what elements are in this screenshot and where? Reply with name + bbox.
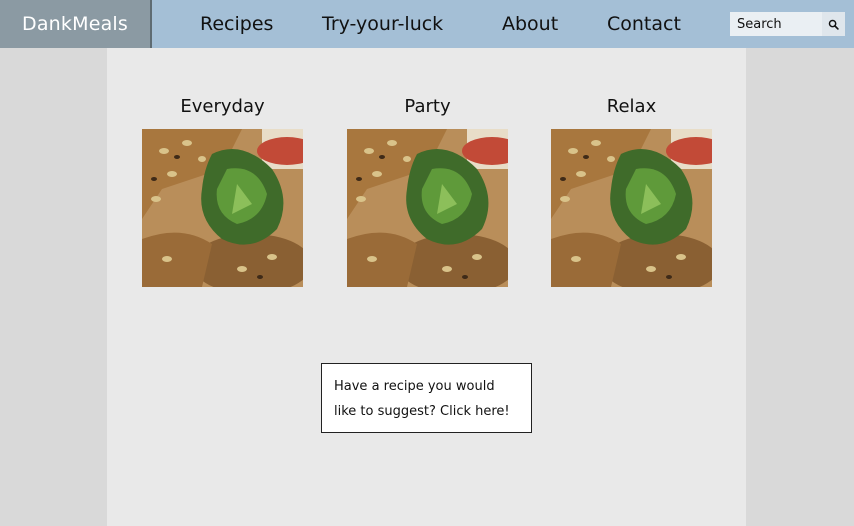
- sandwich-photo[interactable]: [347, 129, 508, 287]
- nav-about[interactable]: About: [502, 0, 558, 48]
- brand-logo[interactable]: DankMeals: [0, 0, 152, 48]
- category-card-relax: Relax: [551, 93, 712, 287]
- search-input[interactable]: [730, 12, 822, 36]
- search-box: [730, 12, 845, 36]
- category-title[interactable]: Everyday: [142, 93, 303, 121]
- nav-contact[interactable]: Contact: [607, 0, 681, 48]
- top-navigation-bar: DankMeals Recipes Try-your-luck About Co…: [0, 0, 854, 48]
- category-card-everyday: Everyday: [142, 93, 303, 287]
- search-icon: [828, 19, 839, 30]
- main-content: Everyday Party Relax Have a recipe you w…: [107, 48, 746, 526]
- sandwich-photo[interactable]: [551, 129, 712, 287]
- category-title[interactable]: Relax: [551, 93, 712, 121]
- sandwich-photo[interactable]: [142, 129, 303, 287]
- category-title[interactable]: Party: [347, 93, 508, 121]
- nav-recipes[interactable]: Recipes: [200, 0, 273, 48]
- nav-try-your-luck[interactable]: Try-your-luck: [322, 0, 443, 48]
- suggest-recipe-link[interactable]: Have a recipe you would like to suggest?…: [321, 363, 532, 433]
- search-button[interactable]: [822, 12, 845, 36]
- category-card-party: Party: [347, 93, 508, 287]
